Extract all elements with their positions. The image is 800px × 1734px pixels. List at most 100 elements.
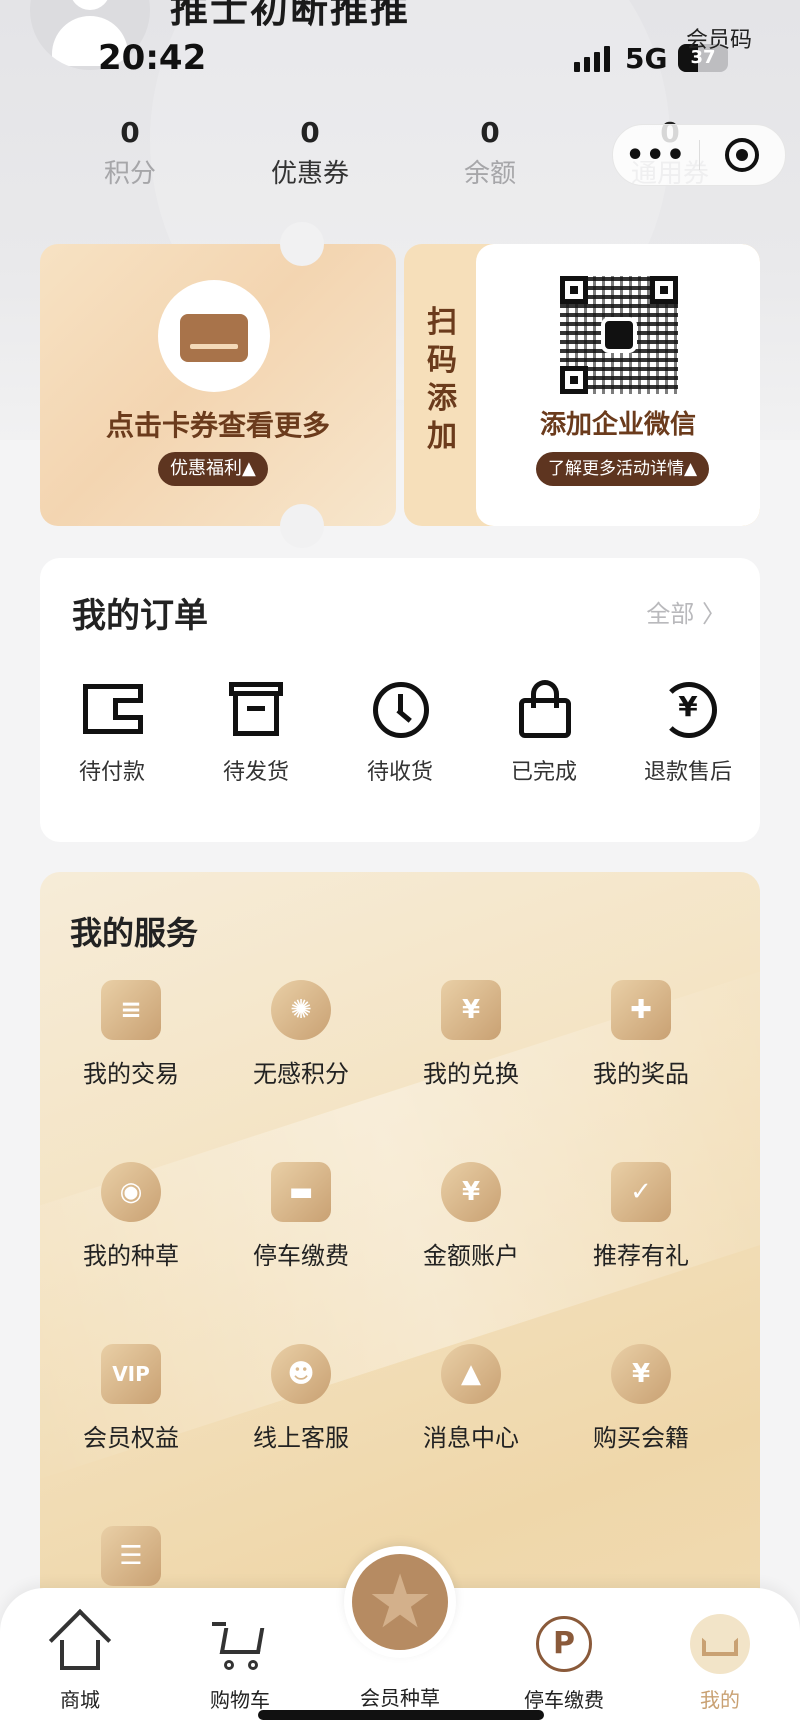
order-refund[interactable]: ¥ 退款售后 <box>616 676 760 786</box>
wechat-card[interactable]: 扫码添加 添加企业微信 了解更多活动详情▲ <box>404 244 760 526</box>
tab-label: 会员种草 <box>360 1686 440 1710</box>
orders-card: 我的订单 全部 〉 待付款 待发货 待收货 已完成 ¥ 退款售后 <box>40 558 760 842</box>
thumbs-up-icon: ✓ <box>611 1162 671 1222</box>
benefits-pill[interactable]: 优惠福利▲ <box>158 452 268 486</box>
clock-icon <box>367 676 433 742</box>
stat-label: 积分 <box>103 159 156 189</box>
signal-icon <box>574 46 610 72</box>
tab-label: 商城 <box>60 1688 100 1712</box>
vip-icon: VIP <box>101 1344 161 1404</box>
order-completed[interactable]: 已完成 <box>472 676 616 786</box>
document-icon: ≡ <box>101 980 161 1040</box>
refund-icon: ¥ <box>655 676 721 742</box>
close-miniprogram-button[interactable] <box>700 138 786 172</box>
order-pending-receipt[interactable]: 待收货 <box>328 676 472 786</box>
tab-cart[interactable]: 购物车 <box>180 1614 300 1713</box>
service-my-exchange[interactable]: ¥ 我的兑换 <box>386 980 556 1089</box>
ticket-icon: ¥ <box>441 980 501 1040</box>
bag-icon <box>511 676 577 742</box>
service-label: 购买会籍 <box>593 1424 689 1452</box>
tab-label: 购物车 <box>210 1688 270 1712</box>
order-pending-payment[interactable]: 待付款 <box>40 676 184 786</box>
service-member-benefits[interactable]: VIP 会员权益 <box>46 1344 216 1453</box>
username: 推士初断推推 <box>170 0 411 31</box>
gift-icon: ✚ <box>611 980 671 1040</box>
yen-coin-icon: ¥ <box>611 1344 671 1404</box>
services-title: 我的服务 <box>70 914 199 952</box>
order-label: 待付款 <box>78 760 145 785</box>
service-label: 我的交易 <box>83 1060 179 1088</box>
stat-coupons[interactable]: 0 优惠券 <box>220 98 400 220</box>
wechat-card-title: 添加企业微信 <box>539 410 696 440</box>
orders-all-link[interactable]: 全部 〉 <box>646 594 726 629</box>
service-parking[interactable]: ▬ 停车缴费 <box>216 1162 386 1271</box>
headset-icon: ☻ <box>271 1344 331 1404</box>
service-label: 我的奖品 <box>593 1060 689 1088</box>
home-icon <box>48 1608 112 1674</box>
cart-icon <box>210 1614 270 1674</box>
status-time: 20:42 <box>98 38 207 78</box>
more-button[interactable]: ••• <box>613 138 699 173</box>
parking-icon: P <box>534 1614 594 1674</box>
service-label: 推荐有礼 <box>593 1242 689 1270</box>
service-auto-points[interactable]: ✺ 无感积分 <box>216 980 386 1089</box>
orders-title: 我的订单 <box>72 596 208 636</box>
service-id-card[interactable]: ☰ <box>46 1526 216 1600</box>
service-message-center[interactable]: ▲ 消息中心 <box>386 1344 556 1453</box>
aperture-icon: ✺ <box>271 980 331 1040</box>
service-referral[interactable]: ✓ 推荐有礼 <box>556 1162 726 1271</box>
service-label: 我的种草 <box>83 1242 179 1270</box>
scan-add-label: 扫码添加 <box>427 305 457 454</box>
service-my-prizes[interactable]: ✚ 我的奖品 <box>556 980 726 1089</box>
member-code-button[interactable]: 会员码 <box>686 22 752 54</box>
yen-coin-icon: ¥ <box>441 1162 501 1222</box>
car-icon: ▬ <box>271 1162 331 1222</box>
wallet-icon <box>79 676 145 742</box>
activity-details-pill[interactable]: 了解更多活动详情▲ <box>536 452 710 486</box>
tab-label: 我的 <box>700 1688 740 1712</box>
order-label: 已完成 <box>510 760 577 785</box>
coupon-card[interactable]: 点击卡券查看更多 优惠福利▲ <box>40 222 396 548</box>
star-icon: ★ <box>366 1559 434 1645</box>
service-label: 金额账户 <box>423 1242 519 1270</box>
service-online-support[interactable]: ☻ 线上客服 <box>216 1344 386 1453</box>
crown-icon <box>690 1614 750 1674</box>
service-my-grass[interactable]: ◉ 我的种草 <box>46 1162 216 1271</box>
order-label: 待发货 <box>222 760 289 785</box>
stat-value: 0 <box>300 116 320 149</box>
tab-label: 停车缴费 <box>524 1688 604 1712</box>
wallet-circle <box>158 280 270 392</box>
order-pending-shipment[interactable]: 待发货 <box>184 676 328 786</box>
planet-icon: ◉ <box>101 1162 161 1222</box>
service-label: 消息中心 <box>423 1424 519 1452</box>
tab-mall[interactable]: 商城 <box>20 1608 140 1713</box>
tab-member-grass[interactable]: ★ <box>344 1546 456 1658</box>
target-icon <box>725 138 760 172</box>
stat-points[interactable]: 0 积分 <box>40 110 220 220</box>
coupon-card-title: 点击卡券查看更多 <box>105 409 330 442</box>
stat-value: 0 <box>480 116 500 149</box>
bell-icon: ▲ <box>441 1344 501 1404</box>
service-label: 会员权益 <box>83 1424 179 1452</box>
tab-me[interactable]: 我的 <box>660 1614 780 1713</box>
box-icon <box>223 676 289 742</box>
tab-parking[interactable]: P 停车缴费 <box>504 1614 624 1713</box>
order-label: 退款售后 <box>643 760 732 785</box>
service-label: 无感积分 <box>253 1060 349 1088</box>
stat-label: 余额 <box>463 159 516 189</box>
stat-value: 0 <box>120 116 140 149</box>
order-label: 待收货 <box>366 760 433 785</box>
stat-label: 优惠券 <box>270 159 349 189</box>
stat-balance[interactable]: 0 余额 <box>400 110 580 220</box>
qr-code <box>560 276 678 394</box>
home-indicator <box>258 1710 544 1720</box>
wallet-icon <box>180 302 248 362</box>
service-balance-account[interactable]: ¥ 金额账户 <box>386 1162 556 1271</box>
service-label: 停车缴费 <box>253 1242 349 1270</box>
id-card-icon: ☰ <box>101 1526 161 1586</box>
wechat-icon <box>601 317 637 353</box>
service-label: 线上客服 <box>253 1424 349 1452</box>
service-buy-membership[interactable]: ¥ 购买会籍 <box>556 1344 726 1453</box>
service-label: 我的兑换 <box>423 1060 519 1088</box>
service-my-trades[interactable]: ≡ 我的交易 <box>46 980 216 1089</box>
